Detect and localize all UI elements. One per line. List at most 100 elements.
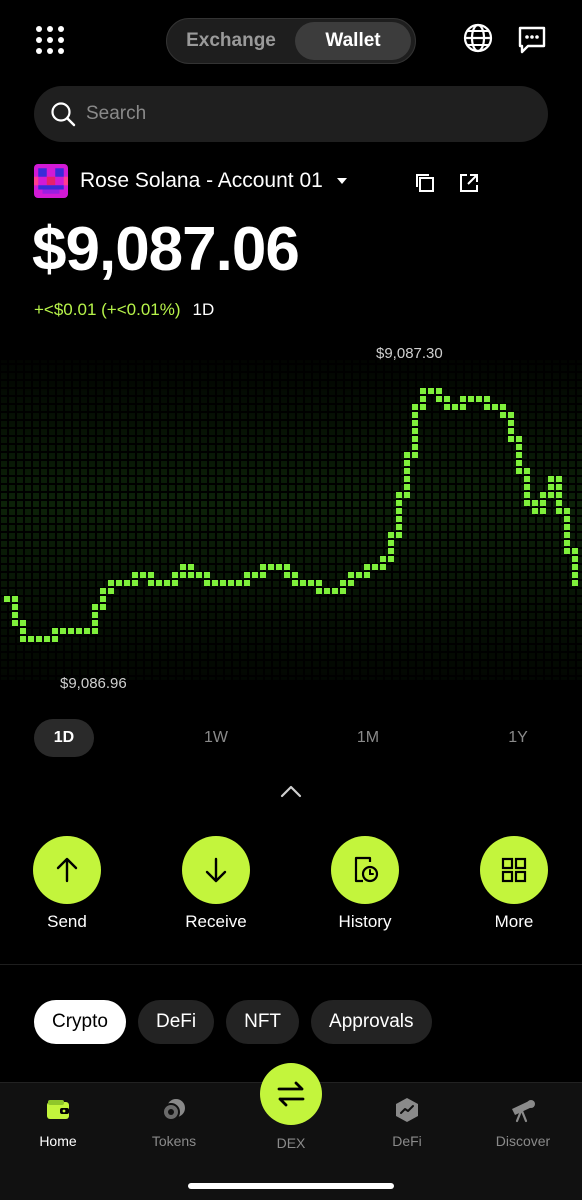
balance-chart[interactable]: $9,087.30 $9,086.96 (0, 340, 582, 700)
chart-point (100, 604, 106, 610)
chart-point (284, 564, 290, 570)
chart-point (556, 484, 562, 490)
range-tab-1y[interactable]: 1Y (488, 719, 548, 757)
nav-dex-label: DEX (276, 1135, 306, 1151)
chart-point (420, 388, 426, 394)
chart-point (28, 636, 34, 642)
app-menu-button[interactable] (30, 20, 70, 60)
chart-point (260, 572, 266, 578)
chart-point (564, 540, 570, 546)
chart-point (252, 572, 258, 578)
nav-home[interactable]: Home (13, 1097, 103, 1149)
tab-defi[interactable]: DeFi (137, 1000, 215, 1044)
globe-icon[interactable] (462, 22, 494, 54)
range-tab-1d[interactable]: 1D (34, 719, 94, 757)
chart-point (100, 596, 106, 602)
segment-exchange[interactable]: Exchange (171, 22, 291, 60)
wallet-balance: $9,087.06 (32, 215, 300, 284)
chart-point (116, 580, 122, 586)
tab-approvals[interactable]: Approvals (311, 1000, 432, 1044)
chart-point (276, 564, 282, 570)
account-name[interactable]: Rose Solana - Account 01 (80, 169, 323, 193)
history-label: History (338, 912, 392, 931)
segment-wallet[interactable]: Wallet (295, 22, 411, 60)
avatar[interactable] (34, 164, 68, 198)
chart-point (380, 556, 386, 562)
receive-button[interactable]: Receive (171, 836, 261, 932)
chart-point (4, 596, 10, 602)
chart-point (524, 484, 530, 490)
chart-point (12, 612, 18, 618)
chart-point (412, 428, 418, 434)
chart-point (100, 588, 106, 594)
chart-point (548, 484, 554, 490)
chart-point (52, 636, 58, 642)
chart-point (44, 636, 50, 642)
chart-point (460, 396, 466, 402)
chart-point (556, 500, 562, 506)
chart-point (68, 628, 74, 634)
more-button[interactable]: More (469, 836, 559, 932)
chart-point (524, 476, 530, 482)
copy-icon[interactable] (414, 172, 436, 194)
dex-button[interactable] (260, 1063, 322, 1125)
chart-point (20, 636, 26, 642)
chart-point (124, 580, 130, 586)
chart-point (540, 500, 546, 506)
range-tab-1m[interactable]: 1M (338, 719, 398, 757)
chart-point (500, 412, 506, 418)
chart-point (156, 580, 162, 586)
change-period: 1D (192, 300, 215, 319)
chart-point (556, 476, 562, 482)
chart-point (84, 628, 90, 634)
chart-point (172, 572, 178, 578)
chart-point (564, 524, 570, 530)
chart-point (564, 516, 570, 522)
history-button[interactable]: History (320, 836, 410, 932)
message-icon[interactable] (516, 24, 548, 56)
chart-point (508, 412, 514, 418)
chart-point (396, 516, 402, 522)
nav-discover[interactable]: Discover (478, 1097, 568, 1149)
chart-point (340, 580, 346, 586)
chart-point (228, 580, 234, 586)
account-selector: Rose Solana - Account 01 (34, 164, 347, 198)
chart-point (532, 500, 538, 506)
chart-point (12, 596, 18, 602)
chart-point (412, 420, 418, 426)
chart-point (308, 580, 314, 586)
chart-point (348, 580, 354, 586)
chart-point (516, 452, 522, 458)
search-input[interactable] (86, 103, 506, 125)
chart-point (20, 620, 26, 626)
chart-point (500, 404, 506, 410)
chart-point (492, 404, 498, 410)
tab-nft[interactable]: NFT (226, 1000, 300, 1044)
chart-point (220, 580, 226, 586)
chart-point (388, 548, 394, 554)
caret-down-icon[interactable] (336, 178, 347, 184)
chart-point (468, 396, 474, 402)
range-tab-1w[interactable]: 1W (186, 719, 246, 757)
chart-point (420, 404, 426, 410)
chart-point (172, 580, 178, 586)
tab-crypto[interactable]: Crypto (34, 1000, 126, 1044)
chart-point (532, 508, 538, 514)
nav-tokens[interactable]: Tokens (129, 1097, 219, 1149)
chart-point (404, 468, 410, 474)
chart-point (212, 580, 218, 586)
tokens-icon (162, 1099, 185, 1121)
nav-defi[interactable]: DeFi (362, 1097, 452, 1149)
history-icon (354, 856, 379, 883)
chart-point (340, 588, 346, 594)
search-bar[interactable] (34, 86, 548, 142)
chevron-up-icon[interactable] (280, 782, 302, 800)
external-link-icon[interactable] (458, 172, 480, 194)
chart-point (316, 588, 322, 594)
chart-point (508, 420, 514, 426)
home-indicator (188, 1183, 394, 1189)
send-button[interactable]: Send (22, 836, 112, 932)
telescope-icon (512, 1100, 535, 1123)
chart-point (292, 572, 298, 578)
chart-point (188, 564, 194, 570)
